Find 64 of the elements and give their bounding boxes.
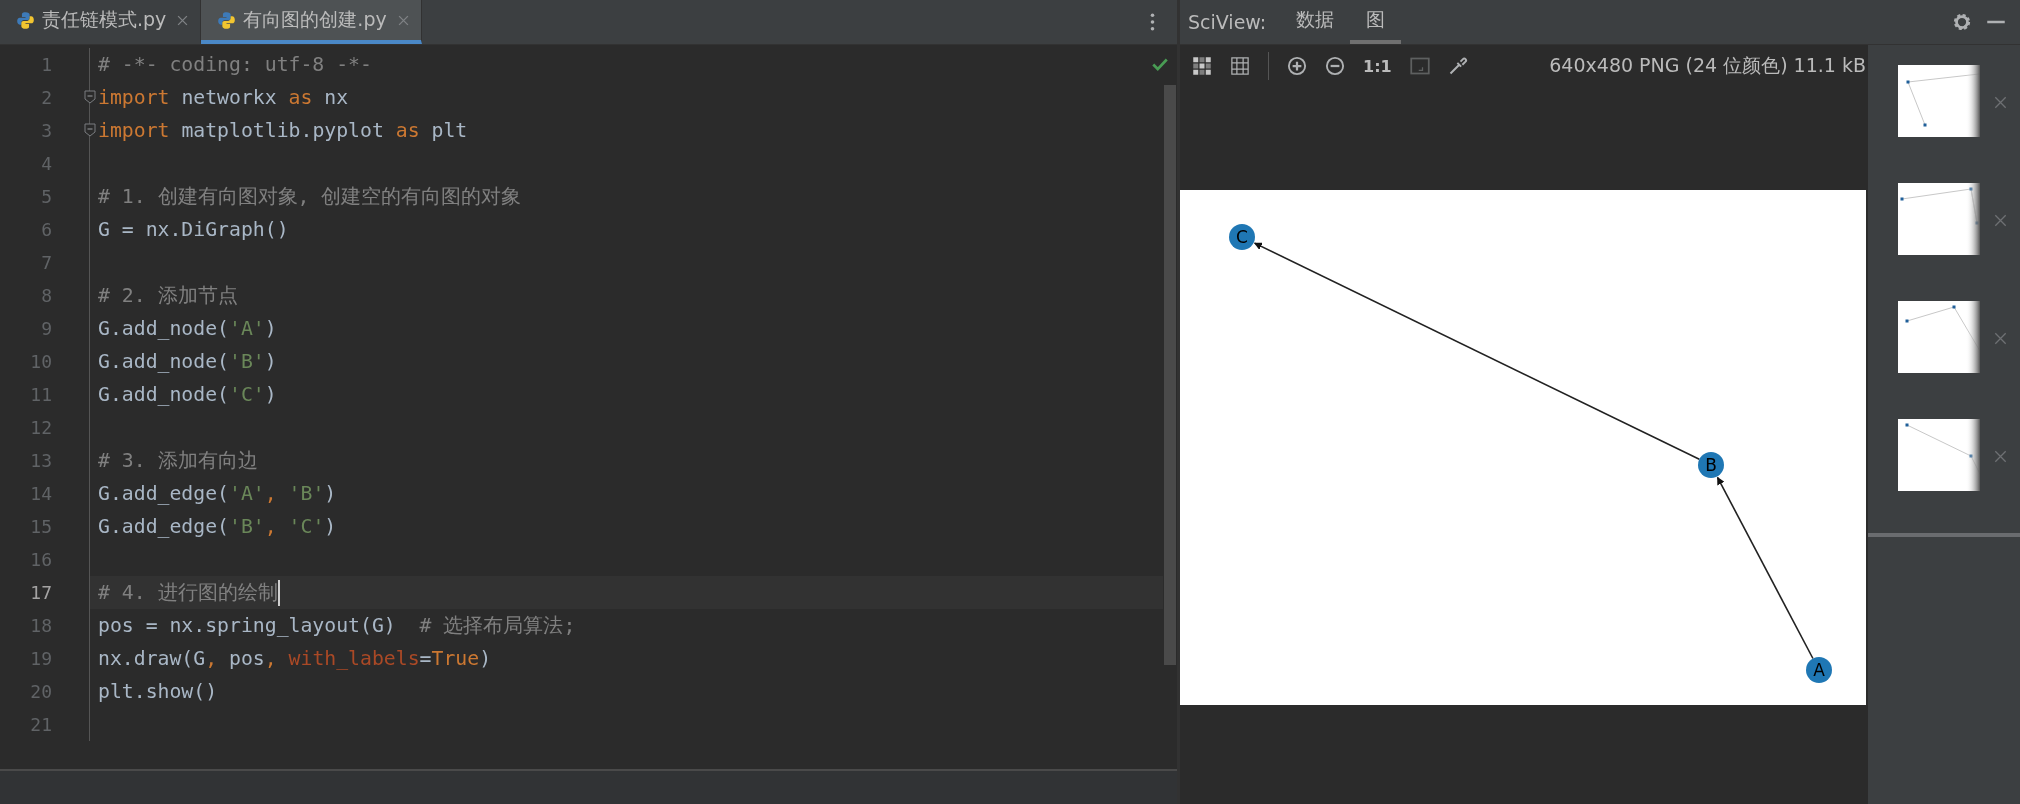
- frame-icon[interactable]: [1409, 56, 1430, 76]
- actual-size-button[interactable]: 1:1: [1363, 56, 1392, 76]
- file-tab[interactable]: 有向图的创建.py: [201, 0, 422, 44]
- code-line: # 2. 添加节点: [98, 283, 238, 309]
- close-icon[interactable]: [1994, 214, 2007, 227]
- code-line: plt.show(): [98, 680, 218, 703]
- line-number: 12: [29, 417, 52, 438]
- close-icon[interactable]: [1994, 96, 2007, 109]
- code-line: G.add_node('A'): [98, 317, 277, 340]
- fold-marker-icon[interactable]: [84, 123, 96, 137]
- line-number: 11: [29, 384, 52, 405]
- image-info: 640x480 PNG (24 位颜色) 11.1 kB: [1549, 53, 1866, 78]
- close-icon[interactable]: [177, 14, 189, 26]
- code-line: G.add_node('B'): [98, 350, 277, 373]
- close-icon[interactable]: [1994, 450, 2007, 463]
- line-number: 6: [40, 219, 52, 240]
- line-number: 18: [29, 615, 52, 636]
- line-number: 20: [29, 681, 52, 702]
- code-line: G = nx.DiGraph(): [98, 218, 289, 241]
- code-line: G.add_edge('A', 'B'): [98, 482, 337, 505]
- code-line: # 4. 进行图的绘制: [98, 580, 278, 606]
- line-number: 5: [40, 186, 52, 207]
- line-number: 19: [29, 648, 52, 669]
- line-number: 17: [29, 582, 52, 603]
- line-number: 8: [40, 285, 52, 306]
- python-file-icon: [16, 10, 35, 30]
- line-number: 2: [40, 87, 52, 108]
- line-number: 15: [29, 516, 52, 537]
- code-line: nx.draw(G, pos, with_labels=True): [98, 647, 492, 670]
- code-line: import networkx as nx: [98, 86, 349, 109]
- checkerboard-icon[interactable]: [1192, 56, 1212, 76]
- text-cursor: [277, 579, 280, 606]
- line-number: 4: [40, 153, 52, 174]
- line-number: 9: [40, 318, 52, 339]
- line-number: 16: [29, 549, 52, 570]
- code-line: # 3. 添加有向边: [98, 448, 258, 474]
- grid-icon[interactable]: [1230, 56, 1250, 76]
- code-line: # -*- coding: utf-8 -*-: [98, 53, 372, 76]
- fold-marker-icon[interactable]: [84, 90, 96, 104]
- graph-node: C: [1229, 224, 1255, 250]
- panel-title: SciView:: [1188, 11, 1267, 33]
- code-line: pos = nx.spring_layout(G) # 选择布局算法;: [98, 613, 576, 639]
- code-line: G.add_edge('B', 'C'): [98, 515, 337, 538]
- settings-icon[interactable]: [1952, 12, 1972, 32]
- eyedropper-icon[interactable]: [1447, 56, 1468, 76]
- code-line: # 1. 创建有向图对象, 创建空的有向图的对象: [98, 184, 522, 210]
- line-number: 7: [40, 252, 52, 273]
- line-number: 13: [29, 450, 52, 471]
- line-number: 1: [40, 54, 52, 75]
- code-line: import matplotlib.pyplot as plt: [98, 119, 468, 142]
- line-number: 3: [40, 120, 52, 141]
- line-number: 14: [29, 483, 52, 504]
- sciview-tab[interactable]: 数据: [1280, 0, 1351, 44]
- line-number: 10: [29, 351, 52, 372]
- scrollbar[interactable]: [1164, 85, 1176, 665]
- line-number: 21: [29, 714, 52, 735]
- graph-node: B: [1698, 452, 1724, 478]
- python-file-icon: [217, 10, 237, 30]
- close-icon[interactable]: [1994, 332, 2007, 345]
- zoom-in-icon[interactable]: [1287, 56, 1307, 76]
- graph-node: A: [1806, 657, 1832, 683]
- more-options-icon[interactable]: [1150, 13, 1155, 31]
- zoom-out-icon[interactable]: [1325, 56, 1345, 76]
- code-line: G.add_node('C'): [98, 383, 277, 406]
